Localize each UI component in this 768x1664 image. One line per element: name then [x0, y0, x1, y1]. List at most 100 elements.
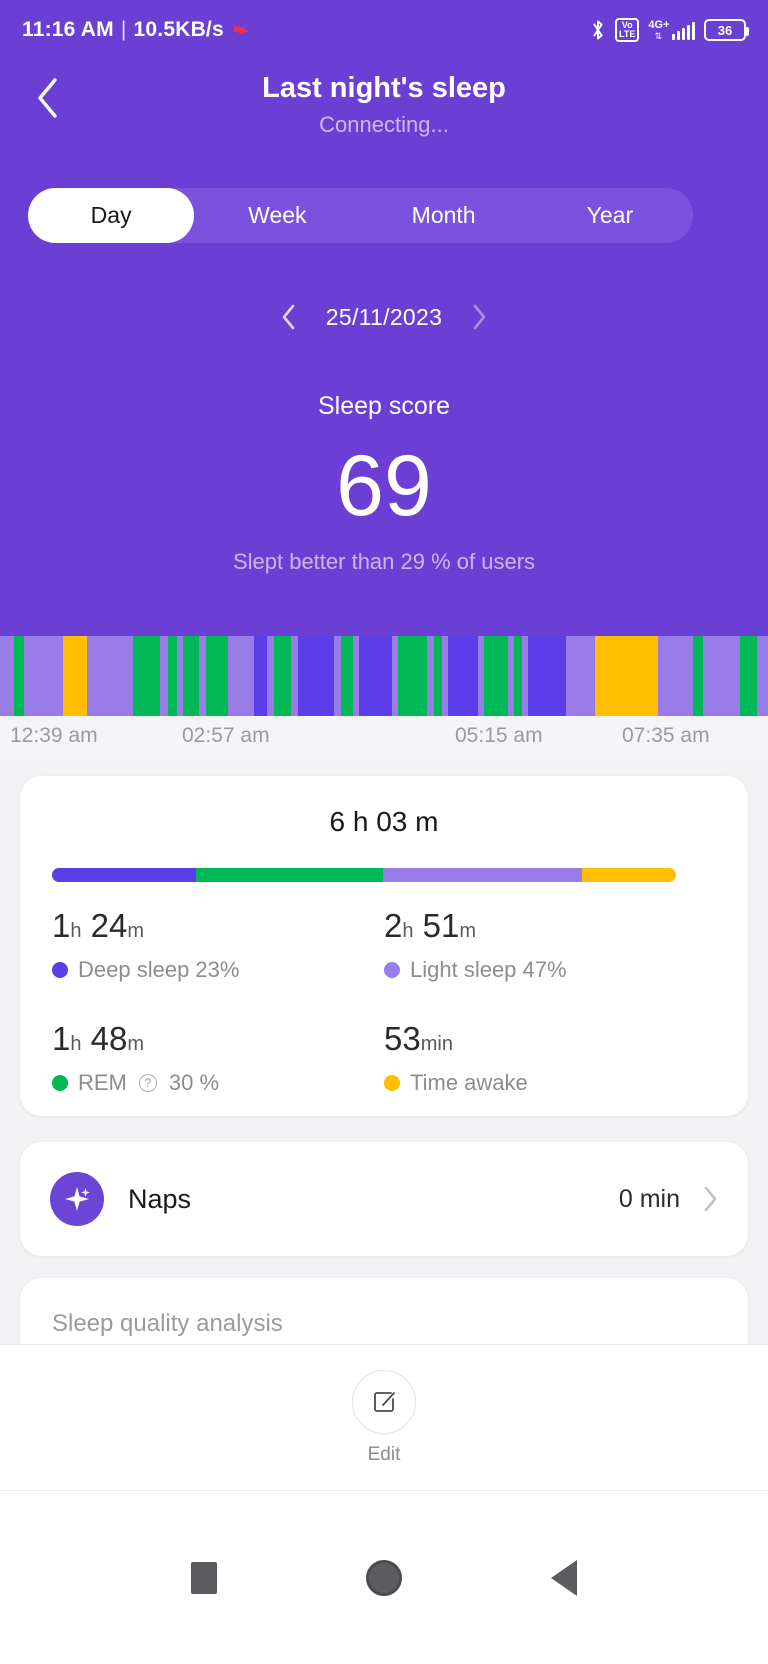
stat-legend-label: Deep sleep 23% [78, 957, 240, 982]
battery-icon: 36 [704, 19, 749, 41]
stat-minutes-unit: m [127, 920, 145, 942]
stat-minutes: 51 [422, 907, 460, 944]
home-button[interactable] [294, 1559, 474, 1596]
stat-legend: Deep sleep 23% [52, 957, 384, 983]
deep-sleep-color-dot [52, 962, 68, 978]
stat-legend-label: Time awake [410, 1070, 528, 1095]
tab-day[interactable]: Day [28, 188, 195, 243]
naps-card[interactable]: Naps 0 min [20, 1142, 748, 1256]
current-date[interactable]: 25/11/2023 [326, 304, 442, 331]
hypnogram-segment-rem [513, 636, 522, 716]
hypnogram-segment-light [703, 636, 740, 716]
hero-header: 11:16 AM | 10.5KB/s ➨ Vo LTE 4G+ ⇅ 36 La… [0, 0, 768, 636]
chevron-right-icon [473, 304, 486, 330]
sleep-summary-card: 6 h 03 m 1h 24m Deep sleep 23% 2h 51m Li… [20, 776, 748, 1116]
hypnogram-segment-awake [63, 636, 87, 716]
stat-legend: Light sleep 47% [384, 957, 716, 983]
stat-legend: Time awake [384, 1070, 716, 1096]
stat-rem-sleep[interactable]: 1h 48m REM ? 30 % [52, 1019, 384, 1096]
hypnogram-segment-awake [595, 636, 659, 716]
total-sleep-duration: 6 h 03 m [329, 806, 439, 837]
battery-level: 36 [717, 22, 733, 38]
signal-icon: 4G+ ⇅ [648, 19, 695, 41]
stats-row-1: 1h 24m Deep sleep 23% 2h 51m Light sleep… [52, 906, 716, 983]
hypnogram-segment-rem [433, 636, 443, 716]
naps-chevron-button[interactable] [702, 1185, 718, 1213]
updown-icon: ⇅ [654, 31, 663, 41]
next-day-button[interactable] [468, 302, 490, 332]
hypnogram-segment-rem [484, 636, 508, 716]
recents-button[interactable] [114, 1561, 294, 1594]
stat-time-awake[interactable]: 53min Time awake [384, 1019, 716, 1096]
volte-icon: Vo LTE [615, 18, 640, 42]
square-recents-icon [191, 1561, 217, 1594]
hypnogram-segment-rem [183, 636, 200, 716]
stat-light-sleep[interactable]: 2h 51m Light sleep 47% [384, 906, 716, 983]
stat-hours-unit: h [402, 920, 414, 942]
stat-hours: 1 [52, 907, 71, 944]
time-axis-label: 05:15 am [455, 724, 543, 747]
hypnogram-segment-rem [274, 636, 292, 716]
time-axis-label: 12:39 am [10, 724, 98, 747]
stat-deep-sleep[interactable]: 1h 24m Deep sleep 23% [52, 906, 384, 983]
stat-legend-label: REM [78, 1070, 127, 1095]
network-type-label: 4G+ [648, 19, 670, 31]
stat-legend-label: Light sleep 47% [410, 957, 567, 982]
connection-status: Connecting... [319, 112, 449, 137]
hypnogram-segment-rem [398, 636, 428, 716]
page-title: Last night's sleep [262, 72, 506, 104]
stat-value: 2h 51m [384, 906, 716, 951]
sleep-stats-grid: 1h 24m Deep sleep 23% 2h 51m Light sleep… [52, 906, 716, 1096]
hypnogram-segment-rem [739, 636, 758, 716]
hypnogram-segment-light [0, 636, 15, 716]
rem-help-icon[interactable]: ? [138, 1074, 157, 1092]
time-axis-label: 07:35 am [622, 724, 710, 747]
hypnogram-segment-light [566, 636, 596, 716]
stat-hours: 2 [384, 907, 403, 944]
hypnogram-segment-light [333, 636, 342, 716]
naps-value: 0 min [618, 1184, 680, 1213]
stat-value: 1h 24m [52, 906, 384, 951]
edit-button[interactable] [352, 1369, 416, 1434]
sparkle-icon [65, 1187, 90, 1211]
stat-minutes: 48 [90, 1020, 128, 1057]
sleep-score-label: Sleep score [317, 392, 451, 420]
tab-month[interactable]: Month [361, 188, 527, 243]
hypnogram-segment-deep [359, 636, 393, 716]
sleep-score-value: 69 [336, 438, 432, 534]
stats-row-2: 1h 48m REM ? 30 % 53min Time awake [52, 1019, 716, 1096]
stat-value: 53min [384, 1019, 716, 1064]
light-sleep-color-dot [384, 962, 400, 978]
stat-value: 1h 48m [52, 1019, 384, 1064]
analysis-title: Sleep quality analysis [52, 1310, 283, 1337]
naps-avatar [50, 1172, 104, 1226]
edit-pencil-icon [374, 1391, 395, 1412]
stack-segment-awake [582, 868, 676, 882]
hypnogram-segment-light [228, 636, 255, 716]
back-nav-button[interactable] [474, 1559, 654, 1596]
sleep-score-note: Slept better than 29 % of users [232, 549, 536, 574]
tab-week[interactable]: Week [194, 188, 360, 243]
time-axis-label: 02:57 am [182, 724, 270, 747]
status-bar-left: 11:16 AM | 10.5KB/s ➨ [22, 18, 251, 42]
stat-hours-unit: h [70, 920, 82, 942]
android-navigation-bar [0, 1490, 768, 1664]
status-separator: | [120, 18, 127, 41]
stack-segment-light [382, 868, 583, 882]
tab-year[interactable]: Year [527, 188, 693, 243]
hypnogram-segment-rem [132, 636, 161, 716]
stat-minutes-unit: min [420, 1033, 453, 1055]
hypnogram-chart[interactable] [0, 636, 768, 716]
hypnogram-segment-rem [205, 636, 229, 716]
stat-hours: 1 [52, 1020, 71, 1057]
previous-day-button[interactable] [278, 302, 300, 332]
stat-minutes-unit: m [459, 920, 477, 942]
stack-segment-deep [52, 868, 196, 882]
hypnogram-segment-deep [447, 636, 478, 716]
edit-toolbar: Edit [0, 1344, 768, 1490]
stat-hours-unit: h [70, 1033, 82, 1055]
hypnogram-segment-rem [341, 636, 353, 716]
hypnogram-segment-rem [692, 636, 704, 716]
hypnogram-segment-light [658, 636, 693, 716]
hypnogram-segment-rem [168, 636, 178, 716]
